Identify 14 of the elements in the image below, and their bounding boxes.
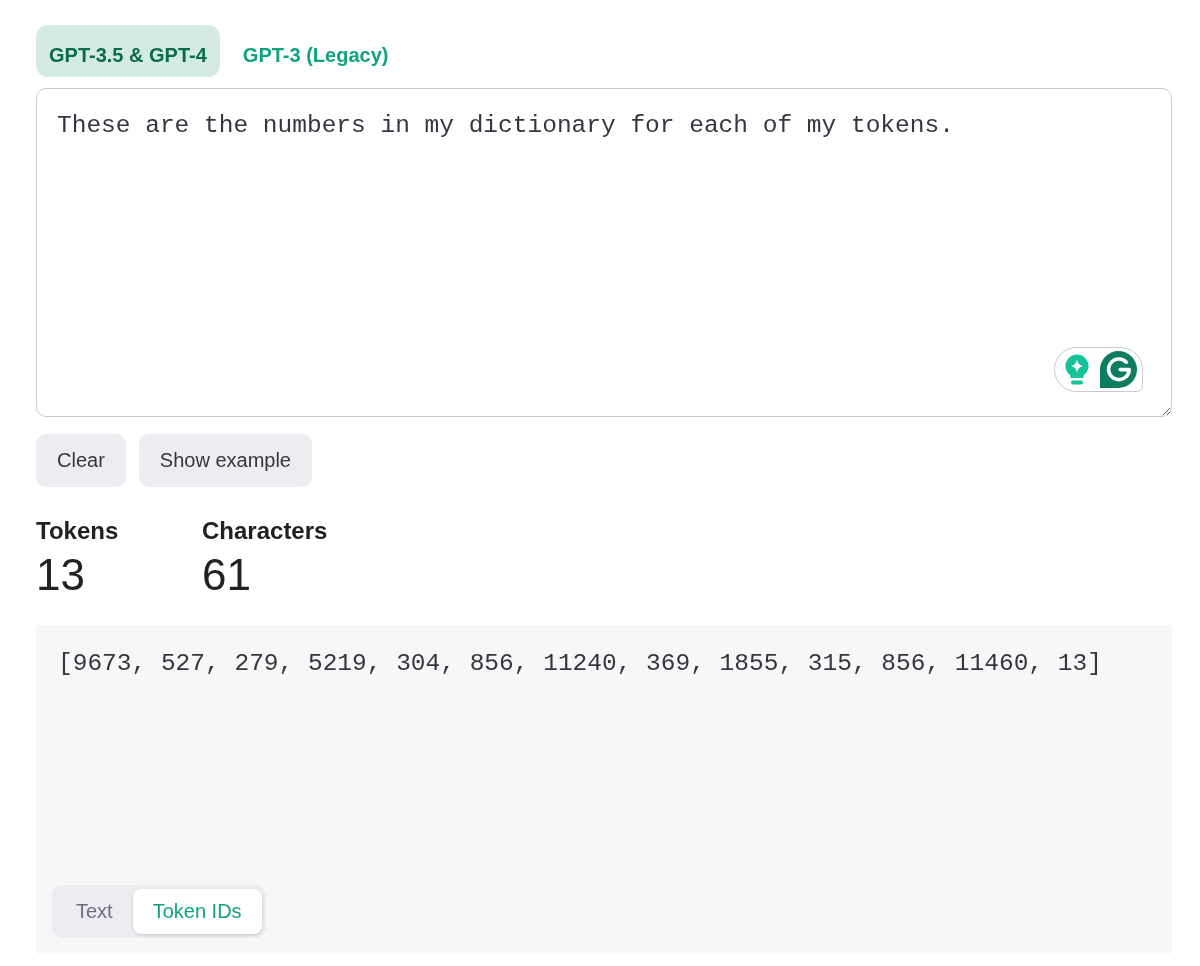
view-tab[interactable]: Token IDs	[132, 889, 262, 934]
clear-button[interactable]: Clear	[36, 434, 126, 487]
stat-label: Tokens	[36, 517, 119, 545]
show-example-button[interactable]: Show example	[138, 434, 312, 487]
model-tab[interactable]: GPT-3 (Legacy)	[229, 25, 402, 77]
view-tab[interactable]: Text	[56, 889, 133, 934]
stat-label: Characters	[202, 517, 328, 545]
writing-assistant-widget[interactable]	[1054, 347, 1143, 392]
letter-g-bubble-icon[interactable]	[1100, 351, 1138, 388]
stat-value: 13	[36, 550, 85, 600]
prompt-textarea[interactable]: These are the numbers in my dictionary for each of my tokens.	[36, 88, 1172, 417]
stat-value: 61	[202, 550, 251, 600]
token-ids-text: [9673, 527, 279, 5219, 304, 856, 11240, 369, 1855, 315, 856, 11460, 13]	[58, 649, 1102, 679]
model-tab[interactable]: GPT-3.5 & GPT-4	[36, 25, 220, 77]
